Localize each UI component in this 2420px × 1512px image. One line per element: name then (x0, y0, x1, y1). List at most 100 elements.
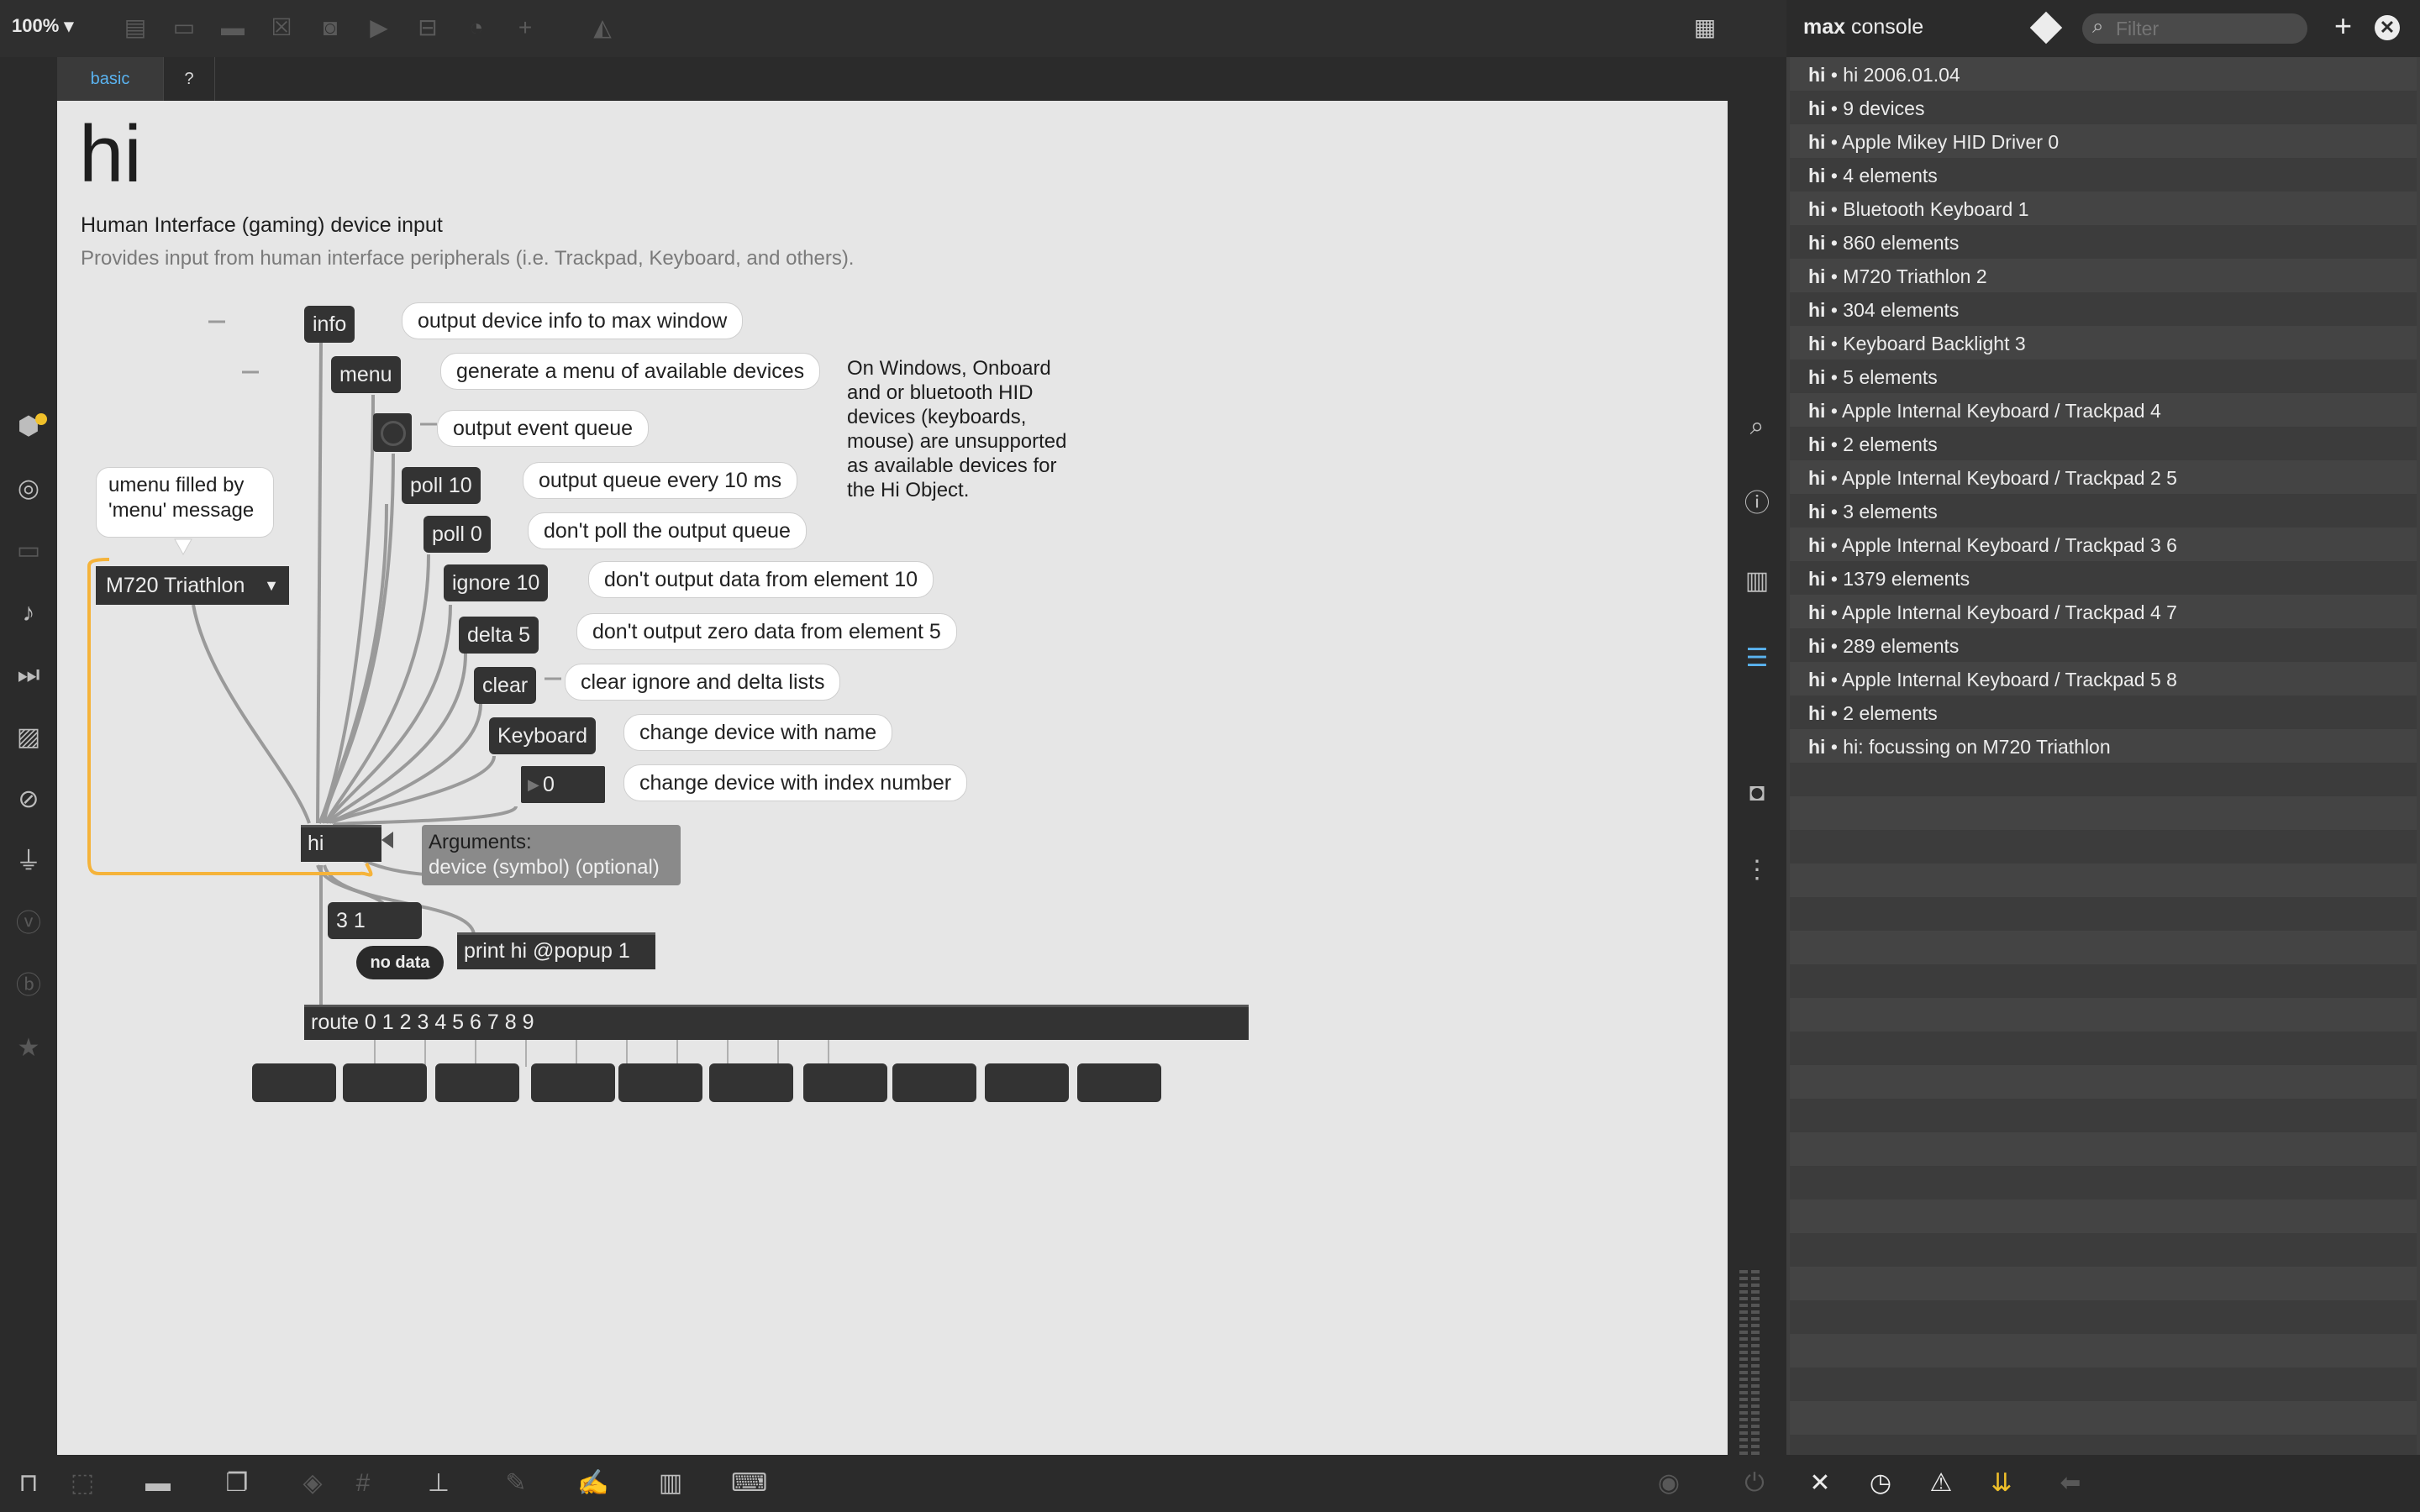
console-row[interactable]: hi • 304 elements (1790, 292, 2417, 326)
back-arrow-icon[interactable]: ⬅ (2054, 1467, 2087, 1500)
print-object[interactable]: print hi @popup 1 (457, 932, 655, 969)
dial-icon[interactable]: ◔ (462, 13, 491, 42)
vizzie-icon[interactable]: ⓥ (12, 907, 45, 941)
bang-button-7[interactable] (892, 1063, 976, 1102)
console-row[interactable]: hi • 3 elements (1790, 494, 2417, 528)
delta-message[interactable]: delta 5 (459, 617, 539, 654)
hierarchy-icon[interactable]: ⊥ (422, 1467, 455, 1500)
console-row[interactable]: hi • 860 elements (1790, 225, 2417, 259)
add-icon[interactable]: + (2334, 8, 2352, 44)
poll-0-message[interactable]: poll 0 (424, 516, 491, 553)
info-message[interactable]: info (304, 306, 355, 343)
console-row[interactable]: hi • Apple Internal Keyboard / Trackpad … (1790, 662, 2417, 696)
scroll-to-end-icon[interactable]: ⇊ (1985, 1467, 2018, 1500)
filter-search[interactable]: ⌕ (2082, 13, 2307, 44)
console-row[interactable]: hi • hi: focussing on M720 Triathlon (1790, 729, 2417, 763)
console-row[interactable]: hi • 1379 elements (1790, 561, 2417, 595)
panel-icon[interactable]: ▭ (12, 534, 45, 568)
close-box-icon[interactable]: ☒ (267, 13, 296, 42)
music-note-icon[interactable]: ♪ (12, 596, 45, 630)
beap-icon[interactable]: ⓑ (12, 969, 45, 1003)
debug-icon[interactable]: ✎ (499, 1467, 533, 1500)
comment-icon[interactable]: ▬ (218, 13, 247, 42)
console-row[interactable]: hi • 2 elements (1790, 696, 2417, 729)
console-row[interactable]: hi • 2 elements (1790, 427, 2417, 460)
presentation-mode-icon[interactable]: ▤ (121, 13, 150, 42)
console-row[interactable]: hi • M720 Triathlon 2 (1790, 259, 2417, 292)
bang-button-0[interactable] (252, 1063, 336, 1102)
console-row[interactable]: hi • 5 elements (1790, 360, 2417, 393)
poll-10-message[interactable]: poll 10 (402, 467, 481, 504)
mixer-sliders-icon[interactable]: ⋮ (1740, 853, 1774, 887)
console-row[interactable]: hi • Apple Internal Keyboard / Trackpad … (1790, 528, 2417, 561)
keyboard-icon[interactable]: ⌨ (731, 1467, 767, 1500)
bang-button-6[interactable] (803, 1063, 887, 1102)
slider-icon[interactable]: ⊟ (413, 13, 442, 42)
console-row[interactable]: hi • Apple Internal Keyboard / Trackpad … (1790, 595, 2417, 628)
console-row[interactable]: hi • Keyboard Backlight 3 (1790, 326, 2417, 360)
console-list-icon[interactable]: ☰ (1740, 642, 1774, 675)
filter-input[interactable] (2114, 17, 2299, 40)
media-icon[interactable]: ⏭ (12, 659, 45, 692)
grid-snap-icon[interactable]: # (346, 1467, 380, 1500)
image-icon[interactable]: ▨ (12, 721, 45, 754)
bang-button-5[interactable] (709, 1063, 793, 1102)
route-object[interactable]: route 0 1 2 3 4 5 6 7 8 9 (304, 1005, 1249, 1040)
snapshot-camera-icon[interactable]: ◘ (1740, 776, 1774, 810)
menu-message[interactable]: menu (331, 356, 401, 393)
close-icon[interactable]: ✕ (2375, 15, 2400, 40)
patcher-canvas[interactable]: hi Human Interface (gaming) device input… (57, 101, 1728, 1455)
plug-icon[interactable]: ⏚ (12, 845, 45, 879)
tab-help[interactable]: ? (163, 57, 215, 101)
console-row[interactable]: hi • 289 elements (1790, 628, 2417, 662)
device-umenu[interactable]: M720 Triathlon ▼ (96, 566, 289, 605)
clear-console-icon[interactable]: ✕ (1803, 1467, 1837, 1500)
console-row[interactable]: hi • Apple Mikey HID Driver 0 (1790, 124, 2417, 158)
bang-button-1[interactable] (343, 1063, 427, 1102)
device-index-number[interactable]: ▶ 0 (521, 766, 605, 803)
windows-icon[interactable]: ❐ (220, 1467, 254, 1500)
grid-icon[interactable]: ▦ (1691, 13, 1719, 42)
text-object-icon[interactable]: ▭ (170, 13, 198, 42)
piano-icon[interactable]: ▥ (654, 1467, 687, 1500)
event-queue-toggle[interactable] (373, 413, 412, 452)
clock-icon[interactable]: ◷ (1864, 1467, 1897, 1500)
warning-icon[interactable]: ⚠ (1924, 1467, 1958, 1500)
keyboard-message[interactable]: Keyboard (489, 717, 597, 754)
pin-icon[interactable] (2029, 11, 2063, 45)
reference-book-icon[interactable]: ▥ (1740, 564, 1774, 598)
search-icon[interactable]: ⌕ (1740, 410, 1774, 444)
play-icon[interactable]: ▶ (365, 13, 393, 42)
bang-button-8[interactable] (985, 1063, 1069, 1102)
console-row[interactable]: hi • 9 devices (1790, 91, 2417, 124)
lock-icon[interactable]: ⊓ (12, 1467, 45, 1500)
toggle-icon[interactable]: ◙ (316, 13, 345, 42)
favorites-star-icon[interactable]: ★ (12, 1032, 45, 1065)
comment-bubble-icon[interactable]: ▬ (141, 1467, 175, 1500)
paint-bucket-icon[interactable]: ◭ (588, 13, 617, 42)
inspector-info-icon[interactable]: ⓘ (1740, 487, 1774, 521)
audio-play-icon[interactable]: ◉ (1652, 1467, 1686, 1500)
console-row[interactable]: hi • Apple Internal Keyboard / Trackpad … (1790, 460, 2417, 494)
bang-button-9[interactable] (1077, 1063, 1161, 1102)
hide-icon[interactable]: ◈ (296, 1467, 329, 1500)
console-row[interactable]: hi • hi 2006.01.04 (1790, 57, 2417, 91)
zoom-menu[interactable]: 100% ▾ (12, 15, 73, 37)
wrench-icon[interactable]: ✍ (576, 1467, 610, 1500)
bang-button-2[interactable] (435, 1063, 519, 1102)
paperclip-icon[interactable]: ⊘ (12, 783, 45, 816)
tab-basic[interactable]: basic (57, 57, 163, 101)
bang-button-4[interactable] (618, 1063, 702, 1102)
output-message[interactable]: 3 1 (328, 902, 422, 939)
clear-message[interactable]: clear (474, 667, 537, 704)
presentation-icon[interactable]: ⬚ (66, 1467, 99, 1500)
console-row[interactable]: hi • Apple Internal Keyboard / Trackpad … (1790, 393, 2417, 427)
hi-object[interactable]: hi (301, 825, 381, 862)
circle-target-icon[interactable]: ◎ (12, 472, 45, 506)
console-row[interactable]: hi • Bluetooth Keyboard 1 (1790, 192, 2417, 225)
console-row[interactable]: hi • 4 elements (1790, 158, 2417, 192)
ignore-message[interactable]: ignore 10 (444, 564, 549, 601)
power-icon[interactable]: ⏻ (1738, 1467, 1771, 1500)
add-icon[interactable]: + (511, 13, 539, 42)
bang-button-3[interactable] (531, 1063, 615, 1102)
